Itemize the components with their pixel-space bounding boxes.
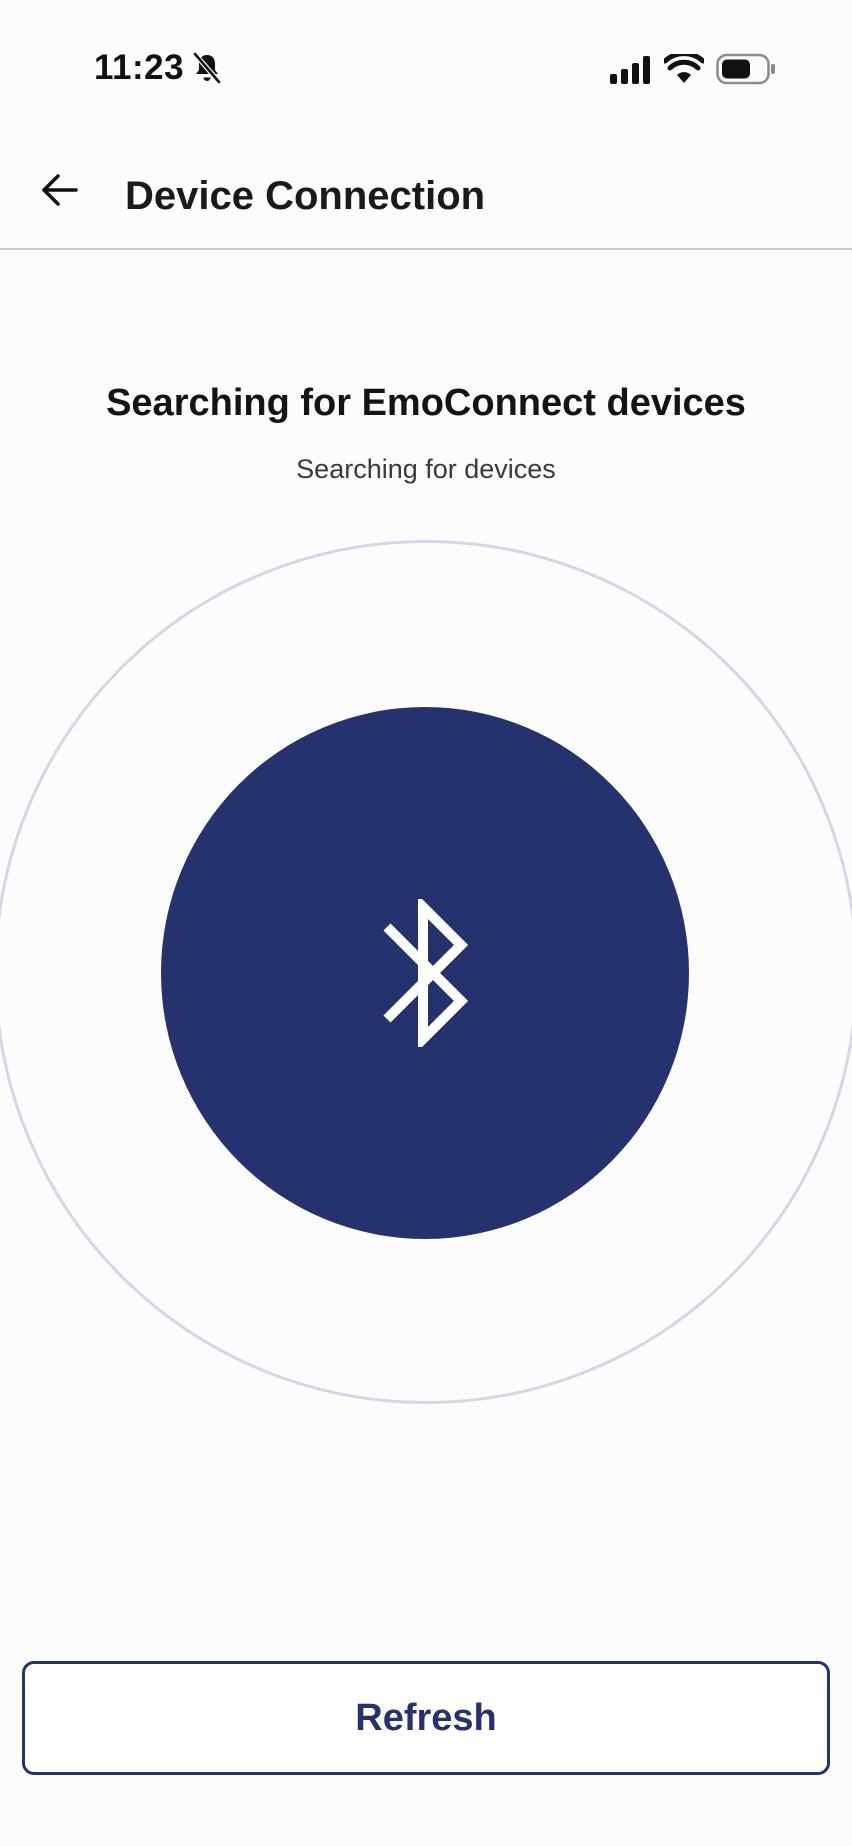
- arrow-left-icon: [42, 174, 78, 206]
- search-status-text: Searching for devices: [296, 454, 556, 484]
- app-header: Device Connection: [0, 140, 852, 250]
- refresh-button[interactable]: Refresh: [22, 1661, 830, 1775]
- bluetooth-icon: [383, 899, 469, 1047]
- refresh-label: Refresh: [355, 1696, 497, 1739]
- bluetooth-circle: [161, 707, 689, 1239]
- status-bar: 11:23: [0, 0, 852, 130]
- page-title: Device Connection: [125, 174, 486, 218]
- wifi-icon: [664, 54, 704, 83]
- battery-icon: [716, 53, 775, 85]
- signal-icon: [610, 56, 650, 84]
- search-heading: Searching for EmoConnect devices: [106, 382, 746, 424]
- bell-slash-icon: [193, 52, 221, 84]
- status-time: 11:23: [94, 48, 185, 87]
- back-button[interactable]: [30, 160, 90, 220]
- device-connection-screen: 11:23 Device Connection Searching for Em…: [0, 0, 852, 1846]
